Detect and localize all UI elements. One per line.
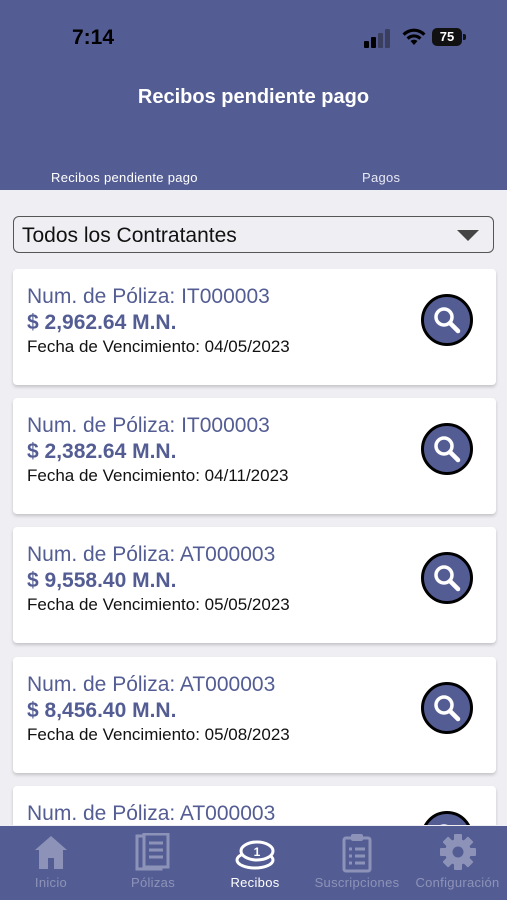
tab-label: Inicio: [34, 875, 68, 890]
view-receipt-button[interactable]: [421, 552, 473, 604]
receipt-card[interactable]: Num. de Póliza: AT000003 $ 8,456.40 M.N.…: [13, 657, 496, 773]
search-icon: [434, 565, 461, 592]
home-icon: [35, 836, 67, 869]
receipt-amount: $ 9,558.40 M.N.: [27, 569, 177, 592]
view-receipt-button[interactable]: [421, 682, 473, 734]
dropdown-selected-value: Todos los Contratantes: [22, 224, 237, 247]
bottom-tab-bar: Inicio Pólizas 1 Recibos Suscripciones C…: [0, 826, 507, 900]
policy-number: Num. de Póliza: IT000003: [27, 285, 270, 308]
policy-number: Num. de Póliza: AT000003: [27, 673, 276, 696]
search-icon: [434, 695, 461, 722]
due-date: Fecha de Vencimiento: 05/05/2023: [27, 595, 290, 614]
policy-number: Num. de Póliza: AT000003: [27, 543, 276, 566]
policies-icon: [135, 833, 170, 871]
tab-label: Suscripciones: [314, 875, 400, 890]
receipt-card[interactable]: Num. de Póliza: AT000003 $ 9,558.40 M.N.…: [13, 527, 496, 643]
tab-suscripciones[interactable]: Suscripciones: [306, 826, 408, 900]
search-icon: [434, 307, 461, 334]
search-icon: [440, 824, 448, 825]
due-date: Fecha de Vencimiento: 04/05/2023: [27, 337, 290, 356]
tab-label: Configuración: [415, 875, 500, 890]
due-date: Fecha de Vencimiento: 04/11/2023: [27, 466, 289, 485]
receipt-amount: $ 2,962.64 M.N.: [27, 311, 177, 334]
receipt-amount: $ 2,382.64 M.N.: [27, 440, 177, 463]
tab-label: Recibos: [230, 875, 280, 890]
receipts-list[interactable]: Num. de Póliza: IT000003 $ 2,962.64 M.N.…: [0, 269, 507, 825]
chevron-down-icon: [457, 230, 479, 241]
view-receipt-button[interactable]: [421, 423, 473, 475]
receipt-card[interactable]: Num. de Póliza: IT000003 $ 2,382.64 M.N.…: [13, 398, 496, 514]
tab-recibos-pendientes[interactable]: Recibos pendiente pago: [51, 170, 198, 185]
search-icon: [434, 436, 461, 463]
status-time: 7:14: [72, 26, 115, 49]
tab-inicio[interactable]: Inicio: [0, 826, 102, 900]
receipts-icon: 1: [235, 840, 275, 870]
page-title: Recibos pendiente pago: [137, 86, 370, 108]
receipt-card[interactable]: Num. de Póliza: AT000003: [13, 786, 496, 825]
policy-number: Num. de Póliza: AT000003: [27, 802, 276, 825]
contratante-dropdown[interactable]: Todos los Contratantes: [13, 216, 494, 253]
due-date: Fecha de Vencimiento: 05/08/2023: [27, 725, 290, 744]
wifi-icon: [402, 28, 426, 45]
tab-label: Pólizas: [130, 875, 175, 890]
segment-tabs: Recibos pendiente pago Pagos: [0, 170, 507, 190]
receipt-card[interactable]: Num. de Póliza: IT000003 $ 2,962.64 M.N.…: [13, 269, 496, 385]
view-receipt-button[interactable]: [421, 811, 473, 825]
battery-icon: 75: [432, 28, 466, 46]
view-receipt-button[interactable]: [421, 294, 473, 346]
policy-number: Num. de Póliza: IT000003: [27, 414, 270, 437]
clipboard-icon: [342, 834, 372, 873]
gear-icon: [439, 834, 476, 870]
tab-recibos[interactable]: 1 Recibos: [204, 826, 306, 900]
tab-polizas[interactable]: Pólizas: [102, 826, 204, 900]
tab-pagos[interactable]: Pagos: [362, 170, 400, 185]
tab-configuracion[interactable]: Configuración: [408, 826, 507, 900]
svg-text:1: 1: [254, 845, 261, 859]
signal-icon: [364, 28, 392, 48]
receipt-amount: $ 8,456.40 M.N.: [27, 699, 177, 722]
header: 7:14 75 Recibos pendiente pago Recibos p…: [0, 0, 507, 190]
